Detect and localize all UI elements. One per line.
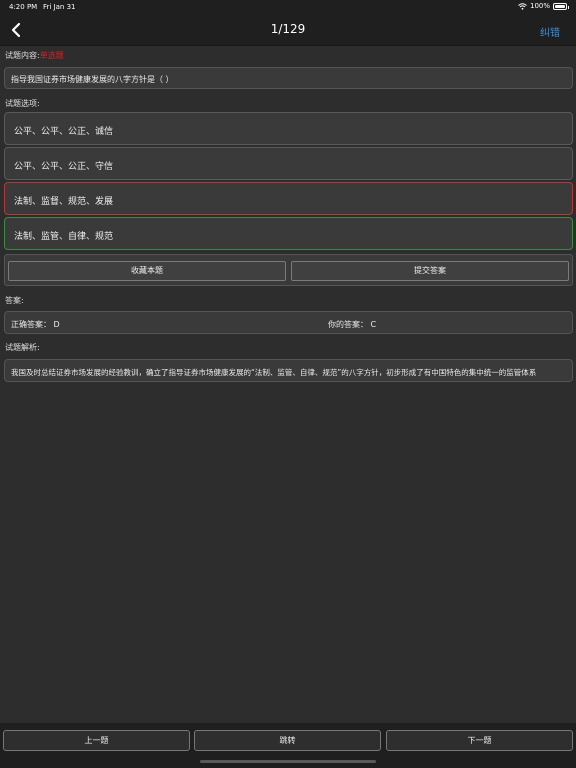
- prev-question-button[interactable]: 上一题: [3, 730, 190, 751]
- favorite-button[interactable]: 收藏本题: [8, 261, 286, 281]
- bottom-bar: 上一题 跳转 下一题: [0, 723, 576, 768]
- option-label: 法制、监管、自律、规范: [14, 232, 114, 242]
- status-bar: 4:20 PM Fri Jan 31 100%: [0, 0, 576, 14]
- action-panel: 收藏本题 提交答案: [4, 254, 573, 286]
- answer-box: 正确答案： D 你的答案： C: [4, 311, 573, 334]
- battery-icon: [553, 2, 569, 10]
- option-label: 法制、监督、规范、发展: [14, 197, 114, 207]
- report-error-button[interactable]: 纠错: [540, 24, 560, 39]
- question-type-tag: 单选题: [39, 51, 64, 60]
- option-a[interactable]: 公平、公平、公正、诚信: [4, 112, 573, 145]
- status-time: 4:20 PM: [9, 3, 38, 11]
- your-answer: 你的答案： C: [328, 320, 377, 329]
- question-label: 试题内容:: [5, 51, 40, 60]
- explanation-box: 我国及时总结证券市场发展的经验教训，确立了指导证券市场健康发展的“法制、监管、自…: [4, 359, 573, 382]
- battery-percent: 100%: [529, 2, 550, 10]
- home-indicator: [200, 760, 376, 763]
- correct-answer: 正确答案： D: [11, 320, 60, 329]
- option-b[interactable]: 公平、公平、公正、守信: [4, 147, 573, 180]
- status-right: 100%: [518, 2, 569, 10]
- explanation-section-label: 试题解析:: [5, 343, 40, 352]
- submit-answer-button[interactable]: 提交答案: [291, 261, 569, 281]
- option-label: 公平、公平、公正、诚信: [14, 127, 114, 137]
- page-title: 1/129: [270, 22, 306, 36]
- option-label: 公平、公平、公正、守信: [14, 162, 114, 172]
- option-d[interactable]: 法制、监管、自律、规范: [4, 217, 573, 250]
- answer-section-label: 答案:: [5, 296, 24, 305]
- option-c[interactable]: 法制、监督、规范、发展: [4, 182, 573, 215]
- question-section-label: 试题内容:单选题: [5, 50, 64, 61]
- jump-button[interactable]: 跳转: [194, 730, 381, 751]
- wifi-icon: [518, 2, 527, 10]
- nav-bar: 1/129 纠错: [0, 14, 576, 46]
- question-text: 指导我国证券市场健康发展的八字方针是（ ）: [11, 75, 174, 84]
- question-box: 指导我国证券市场健康发展的八字方针是（ ）: [4, 67, 573, 89]
- options-section-label: 试题选项:: [5, 99, 40, 108]
- next-question-button[interactable]: 下一题: [386, 730, 573, 751]
- explanation-text: 我国及时总结证券市场发展的经验教训，确立了指导证券市场健康发展的“法制、监管、自…: [11, 368, 537, 377]
- status-date: Fri Jan 31: [43, 3, 76, 11]
